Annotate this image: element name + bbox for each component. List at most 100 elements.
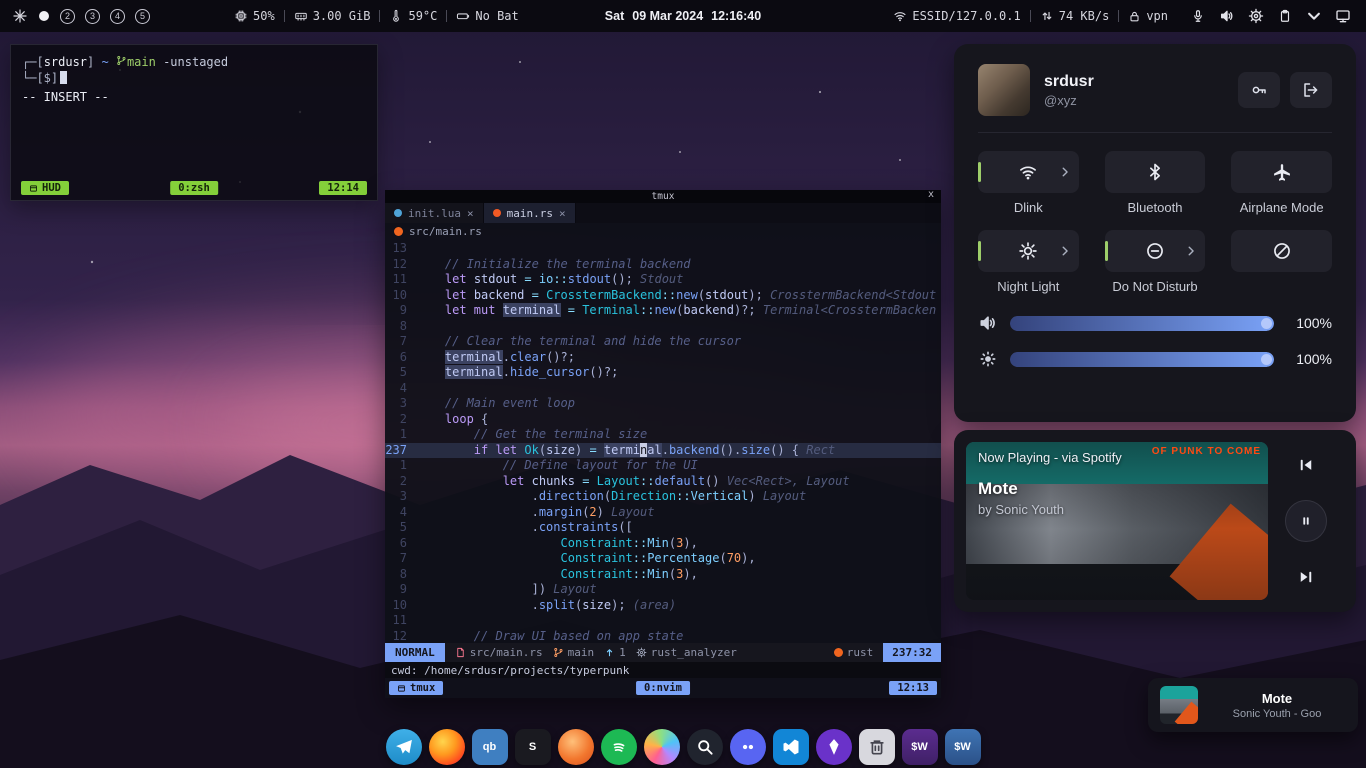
volume-button[interactable] [1216, 5, 1238, 27]
orange-app-icon[interactable] [558, 729, 594, 765]
obsidian-icon[interactable] [816, 729, 852, 765]
slider-icon [978, 349, 998, 369]
brightness-slider[interactable] [1010, 352, 1274, 367]
code-line[interactable]: 13 [385, 241, 941, 257]
toggle-night-light[interactable] [978, 230, 1079, 272]
workspace-active[interactable] [39, 11, 49, 21]
keyring-button[interactable] [1238, 72, 1280, 108]
code-line[interactable]: 10 let backend = CrosstermBackend::new(s… [385, 288, 941, 304]
toggle-do-not-disturb[interactable] [1105, 230, 1206, 272]
code-line[interactable]: 3 .direction(Direction::Vertical) Layout [385, 489, 941, 505]
ram-value: 3.00 GiB [313, 9, 371, 23]
code-line[interactable]: 9 let mut terminal = Terminal::new(backe… [385, 303, 941, 319]
code-line[interactable]: 1 // Get the terminal size [385, 427, 941, 443]
code-line[interactable]: 3 // Main event loop [385, 396, 941, 412]
microphone-button[interactable] [1187, 5, 1209, 27]
tmux-window-chip[interactable]: 0:nvim [636, 681, 690, 695]
toggle-block[interactable] [1231, 230, 1332, 272]
trash-icon[interactable] [859, 729, 895, 765]
toggle-bluetooth[interactable] [1105, 151, 1206, 193]
code-line[interactable]: 4 [385, 381, 941, 397]
tab-close-button[interactable]: × [467, 207, 474, 220]
chevron-right-icon[interactable] [1184, 244, 1198, 258]
code-line[interactable]: 5 terminal.hide_cursor()?; [385, 365, 941, 381]
code-line[interactable]: 11 let stdout = io::stdout(); Stdout [385, 272, 941, 288]
code-line[interactable]: 2 loop { [385, 412, 941, 428]
volume-slider[interactable] [1010, 316, 1274, 331]
clipboard-button[interactable] [1274, 5, 1296, 27]
code-line[interactable]: 10 .split(size); (area) [385, 598, 941, 614]
code-line[interactable]: 8 [385, 319, 941, 335]
workspace-button[interactable]: 3 [85, 9, 100, 24]
ram-stat: 3.00 GiB [294, 9, 371, 23]
tmux-statusbar: tmux 0:nvim 12:13 [385, 678, 941, 698]
code-line[interactable]: 12 // Draw UI based on app state [385, 629, 941, 644]
tab-close-button[interactable]: × [559, 207, 566, 220]
telegram-icon[interactable] [386, 729, 422, 765]
sliders: 100% 100% [978, 313, 1332, 369]
logout-button[interactable] [1290, 72, 1332, 108]
notification-popup[interactable]: Mote Sonic Youth - Goo [1148, 678, 1358, 732]
code-line[interactable]: 7 // Clear the terminal and hide the cur… [385, 334, 941, 350]
status-file[interactable]: src/main.rs [455, 646, 543, 659]
status-branch[interactable]: main [553, 646, 595, 659]
steam-icon[interactable] [687, 729, 723, 765]
wezterm-blue-icon[interactable]: $W [945, 729, 981, 765]
s-logo-app-icon[interactable]: S [515, 729, 551, 765]
workspace-button[interactable]: 2 [60, 9, 75, 24]
wezterm-purple-icon[interactable]: $W [902, 729, 938, 765]
toggle-label: Night Light [997, 279, 1059, 295]
previous-track-button[interactable] [1288, 448, 1324, 482]
terminal-window[interactable]: ┌─[srdusr] ~ main -unstaged └─[$] -- INS… [10, 44, 378, 201]
code-line[interactable]: 11 [385, 613, 941, 629]
display-button[interactable] [1332, 5, 1354, 27]
tmux-time-chip: 12:13 [889, 681, 937, 695]
tmux-session-chip[interactable]: tmux [389, 681, 443, 695]
discord-icon[interactable] [730, 729, 766, 765]
next-track-button[interactable] [1288, 560, 1324, 594]
session-chip[interactable]: 0:zsh [170, 181, 218, 195]
panel-toggle-button[interactable] [1303, 5, 1325, 27]
logo-icon[interactable] [12, 8, 28, 24]
clock[interactable]: Sat 09 Mar 2024 12:16:40 [605, 9, 761, 23]
code-line[interactable]: 5 .constraints([ [385, 520, 941, 536]
chevron-right-icon[interactable] [1058, 244, 1072, 258]
code-line[interactable]: 1 // Define layout for the UI [385, 458, 941, 474]
code-line[interactable]: 6 Constraint::Min(3), [385, 536, 941, 552]
code-line[interactable]: 6 terminal.clear()?; [385, 350, 941, 366]
app-glyph-icon [824, 737, 844, 757]
workspace-button[interactable]: 5 [135, 9, 150, 24]
qutebrowser-icon[interactable]: qb [472, 729, 508, 765]
wifi-status[interactable]: ESSID/127.0.0.1 [893, 9, 1020, 23]
hud-chip[interactable]: HUD [21, 181, 69, 195]
toggle-airplane-mode[interactable] [1231, 151, 1332, 193]
editor-window[interactable]: tmux x init.lua × main.rs × src/main.rs [385, 190, 941, 698]
chevron-right-icon[interactable] [1058, 165, 1072, 179]
code-line[interactable]: 237 if let Ok(size) = terminal.backend()… [385, 443, 941, 459]
app-glyph-text: qb [483, 741, 496, 753]
toggle-icon [1272, 162, 1292, 182]
code-line[interactable]: 7 Constraint::Percentage(70), [385, 551, 941, 567]
settings-button[interactable] [1245, 5, 1267, 27]
editor-tab[interactable]: init.lua × [385, 203, 484, 223]
user-handle: @xyz [1044, 93, 1094, 108]
vpn-status[interactable]: vpn [1128, 9, 1168, 23]
workspace-button[interactable]: 4 [110, 9, 125, 24]
statusline: NORMAL src/main.rs main 1 rust_analyzer … [385, 643, 941, 662]
code-line[interactable]: 12 // Initialize the terminal backend [385, 257, 941, 273]
window-close-button[interactable]: x [928, 189, 934, 200]
spotify-icon[interactable] [601, 729, 637, 765]
multicolor-app-icon[interactable] [644, 729, 680, 765]
track-artist: by Sonic Youth [978, 502, 1122, 517]
code-line[interactable]: 8 Constraint::Min(3), [385, 567, 941, 583]
code-line[interactable]: 4 .margin(2) Layout [385, 505, 941, 521]
status-added-count: 1 [619, 646, 626, 659]
toggle-wifi-dlink[interactable] [978, 151, 1079, 193]
editor-tab[interactable]: main.rs × [484, 203, 576, 223]
code-area[interactable]: 1312 // Initialize the terminal backend1… [385, 240, 941, 643]
vscode-icon[interactable] [773, 729, 809, 765]
firefox-icon[interactable] [429, 729, 465, 765]
pause-button[interactable] [1285, 500, 1327, 542]
code-line[interactable]: 9 ]) Layout [385, 582, 941, 598]
code-line[interactable]: 2 let chunks = Layout::default() Vec<Rec… [385, 474, 941, 490]
